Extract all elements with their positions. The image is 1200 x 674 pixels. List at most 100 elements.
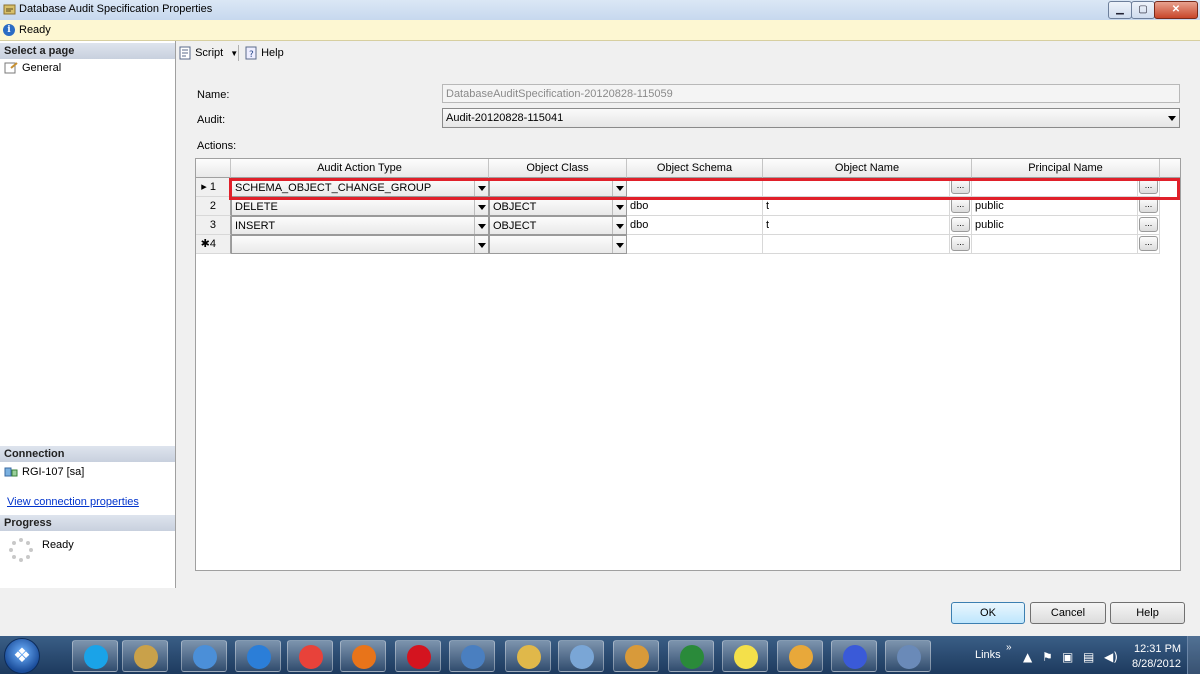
network-icon[interactable]: ▤ [1083,650,1094,664]
taskbar-button[interactable] [558,640,604,672]
cell-principal[interactable] [972,235,1138,254]
device-icon[interactable]: ▣ [1062,650,1073,664]
taskbar-button[interactable] [287,640,333,672]
taskbar-button[interactable] [777,640,823,672]
cell-name[interactable]: t [763,216,950,235]
ellipsis-button[interactable]: ... [1139,236,1158,251]
clock-time[interactable]: 12:31 PM [1134,643,1181,655]
start-button[interactable] [4,638,40,674]
cell-name[interactable] [763,178,950,197]
audit-app-icon [3,4,16,15]
action-center-icon[interactable]: ⚑ [1042,650,1053,664]
row-header[interactable]: 3 [196,216,231,235]
taskbar-button[interactable] [340,640,386,672]
row-header[interactable]: 2 [196,197,231,216]
safari-icon [193,645,217,669]
taskbar-button[interactable] [831,640,877,672]
clock-date[interactable]: 8/28/2012 [1132,658,1181,670]
ellipsis-button[interactable]: ... [951,179,970,194]
ellipsis-button[interactable]: ... [1139,179,1158,194]
cancel-button[interactable]: Cancel [1030,602,1106,624]
taskbar-button[interactable] [505,640,551,672]
taskbar-button[interactable] [668,640,714,672]
cell-class[interactable]: OBJECT [489,197,627,216]
minimize-button[interactable]: ▁ [1108,1,1132,19]
links-toolbar[interactable]: Links [975,649,1001,661]
column-header-object-name[interactable]: Object Name [763,159,972,178]
cell-schema[interactable] [627,178,763,197]
cell-action[interactable]: DELETE [231,197,489,216]
taskbar-button[interactable] [235,640,281,672]
cell-dropdown-icon[interactable] [612,179,626,196]
taskbar-button[interactable] [72,640,118,672]
cell-class[interactable] [489,235,627,254]
taskbar-button[interactable] [122,640,168,672]
cell-action[interactable]: SCHEMA_OBJECT_CHANGE_GROUP [231,178,489,197]
row-header[interactable]: ▸ 1 [196,178,231,197]
taskbar-button[interactable] [449,640,495,672]
ellipsis-button[interactable]: ... [951,236,970,251]
volume-icon[interactable]: ◀) [1104,650,1118,664]
taskbar-button[interactable] [613,640,659,672]
ok-button[interactable]: OK [951,602,1025,624]
cell-action[interactable]: INSERT [231,216,489,235]
progress-spinner-icon [9,538,33,562]
cell-dropdown-icon[interactable] [474,179,488,196]
cell-button-slot: ... [1138,216,1160,235]
cell-name[interactable]: t [763,197,950,216]
ellipsis-button[interactable]: ... [1139,217,1158,232]
name-field[interactable]: DatabaseAuditSpecification-20120828-1150… [442,84,1180,103]
cell-principal[interactable]: public [972,197,1138,216]
cell-schema[interactable]: dbo [627,216,763,235]
cell-dropdown-icon[interactable] [612,236,626,253]
help-icon: ? [245,46,257,60]
taskbar-button[interactable] [395,640,441,672]
taskbar-button[interactable] [885,640,931,672]
page-item-label: General [22,62,62,74]
script-dropdown-icon[interactable]: ▼ [230,49,238,58]
cell-button-slot: ... [950,197,972,216]
show-desktop-button[interactable] [1187,636,1200,674]
tray-expand-icon[interactable]: ▲ [1023,650,1032,664]
cell-principal[interactable] [972,178,1138,197]
script-button[interactable]: Script ▼ [178,45,238,61]
cell-name[interactable] [763,235,950,254]
audit-select[interactable]: Audit-20120828-115041 [442,108,1180,128]
cell-schema[interactable]: dbo [627,197,763,216]
maximize-button[interactable]: ▢ [1131,1,1155,19]
taskbar-button[interactable] [181,640,227,672]
cell-value: t [766,200,770,212]
cell-dropdown-icon[interactable] [474,236,488,253]
cell-value: public [975,200,1004,212]
cell-principal[interactable]: public [972,216,1138,235]
cell-class[interactable]: OBJECT [489,216,627,235]
ellipsis-button[interactable]: ... [1139,198,1158,213]
cell-action[interactable] [231,235,489,254]
column-header-object-class[interactable]: Object Class [489,159,627,178]
links-chevron-icon[interactable]: » [1006,642,1012,653]
help-button[interactable]: Help [1110,602,1185,624]
column-header-object-schema[interactable]: Object Schema [627,159,763,178]
close-button[interactable]: ✕ [1154,1,1198,19]
row-header[interactable]: ✱4 [196,235,231,254]
cell-class[interactable] [489,178,627,197]
ellipsis-button[interactable]: ... [951,198,970,213]
help-toolbar-button[interactable]: ? Help [244,45,284,61]
audit-label: Audit: [197,114,226,126]
page-item-general[interactable]: General [4,61,61,75]
svg-text:?: ? [249,50,254,60]
ellipsis-button[interactable]: ... [951,217,970,232]
cell-dropdown-icon[interactable] [612,217,626,234]
cell-schema[interactable] [627,235,763,254]
title-bar: Database Audit Specification Properties … [0,0,1200,21]
column-header-principal-name[interactable]: Principal Name [972,159,1160,178]
cell-dropdown-icon[interactable] [612,198,626,215]
cell-dropdown-icon[interactable] [474,217,488,234]
taskbar-button[interactable] [722,640,768,672]
cell-dropdown-icon[interactable] [474,198,488,215]
view-connection-properties-link[interactable]: View connection properties [7,496,139,508]
audit-dropdown-icon[interactable] [1168,116,1176,121]
cell-value: OBJECT [493,201,537,213]
column-header-audit-action-type[interactable]: Audit Action Type [231,159,489,178]
connection-header: Connection [0,446,175,462]
